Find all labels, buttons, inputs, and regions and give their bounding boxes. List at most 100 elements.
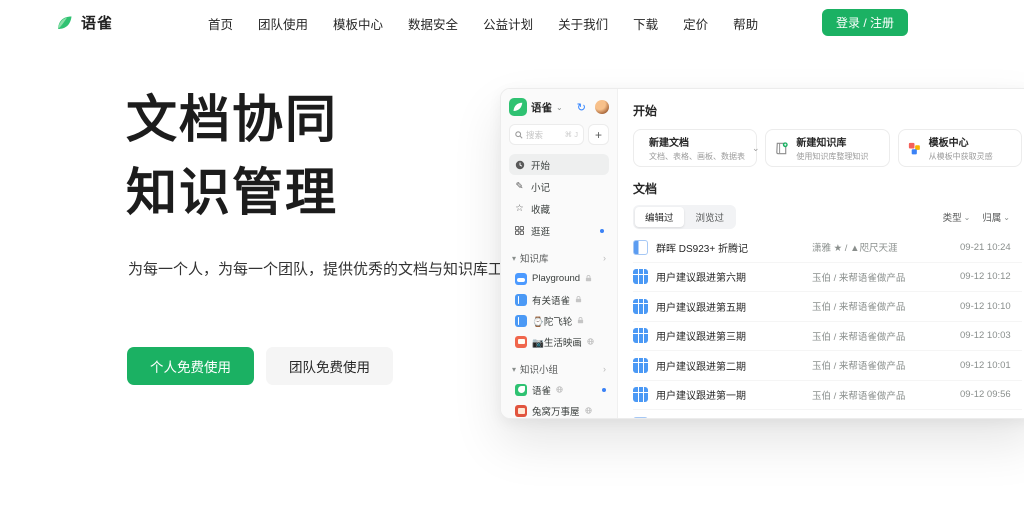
nav-item-home[interactable]: 首页 <box>208 14 233 33</box>
sidebar-search-row: 搜索 ⌘ J + <box>509 124 609 145</box>
doc-type-icon <box>633 328 648 344</box>
sidebar-item-label: 逛逛 <box>531 226 551 238</box>
nav-item-pricing[interactable]: 定价 <box>683 14 708 33</box>
new-doc-card[interactable]: 新建文档 文档、表格、画板、数据表 ⌄ <box>633 129 760 167</box>
sidebar-item-start[interactable]: 开始 <box>509 154 609 175</box>
docs-toolbar: 编辑过 浏览过 类型 ⌄ 归属 ⌄ <box>633 205 1022 229</box>
card-text: 新建知识库 使用知识库整理知识 <box>796 134 868 162</box>
kb-icon <box>515 335 527 348</box>
sidebar-brand-name[interactable]: 语雀 <box>531 100 552 115</box>
group-item-yuque[interactable]: 语雀 <box>509 379 609 400</box>
doc-time: 09-12 09:56 <box>960 389 1011 401</box>
kb-label: 📷生活映画 <box>532 337 582 349</box>
chevron-down-icon[interactable]: ⌄ <box>752 143 760 154</box>
kb-label: ⌚陀飞轮 <box>532 316 573 328</box>
doc-owner: 玉伯 / 来帮语雀做产品 <box>812 390 906 402</box>
personal-free-button[interactable]: 个人免费使用 <box>127 347 254 385</box>
doc-owner: 兔窝万事屋 / 兔窝大计 <box>812 418 952 419</box>
card-subtitle: 从模板中获取灵感 <box>928 152 993 161</box>
doc-type-icon <box>633 269 648 285</box>
doc-title: 用户建议跟进第二期 <box>656 361 746 373</box>
login-register-button[interactable]: 登录 / 注册 <box>822 9 909 36</box>
chevron-down-icon[interactable]: ⌄ <box>556 103 563 112</box>
nav-item-about[interactable]: 关于我们 <box>558 14 608 33</box>
group-icon <box>515 404 527 417</box>
kb-item-about-yuque[interactable]: 有关语雀 <box>509 289 609 310</box>
hero-title-line1: 文档协同 <box>126 91 339 148</box>
card-title: 新建知识库 <box>796 138 847 149</box>
doc-title: 兔窝数据中心 <box>656 417 804 418</box>
doc-row[interactable]: 用户建议跟进第二期 玉伯 / 来帮语雀做产品 09-12 10:01 <box>633 351 1022 381</box>
nav-item-security[interactable]: 数据安全 <box>408 14 458 33</box>
search-placeholder: 搜索 <box>526 129 544 140</box>
lock-icon <box>577 317 584 324</box>
group-icon <box>515 383 527 396</box>
search-input[interactable]: 搜索 ⌘ J <box>509 124 584 145</box>
doc-title: 用户建议跟进第五期 <box>656 302 746 314</box>
group-label: 语雀 <box>532 385 552 397</box>
doc-row[interactable]: 用户建议跟进第六期 玉伯 / 来帮语雀做产品 09-12 10:12 <box>633 263 1022 292</box>
globe-icon <box>584 407 592 414</box>
doc-owner: 潇雅 ★ / ▲咫尺天涯 <box>812 243 898 255</box>
doc-row[interactable]: 群晖 DS923+ 折腾记 潇雅 ★ / ▲咫尺天涯 09-21 10:24 <box>633 233 1022 263</box>
section-knowledge-bases[interactable]: ▾ 知识库 › <box>509 248 609 268</box>
kb-icon <box>515 314 527 327</box>
sidebar-item-label: 小记 <box>531 182 551 194</box>
yuque-logo[interactable]: 语雀 <box>55 12 113 33</box>
brand-name: 语雀 <box>81 15 114 32</box>
user-avatar[interactable] <box>595 100 609 114</box>
filter-type[interactable]: 类型 ⌄ <box>943 210 971 225</box>
search-shortcut: ⌘ J <box>564 130 578 139</box>
doc-list: 群晖 DS923+ 折腾记 潇雅 ★ / ▲咫尺天涯 09-21 10:24 用… <box>633 233 1022 419</box>
lock-icon <box>575 296 582 303</box>
search-icon <box>515 130 523 139</box>
kb-icon <box>515 272 527 285</box>
card-subtitle: 使用知识库整理知识 <box>796 152 869 161</box>
group-item-wanshiwu[interactable]: 兔窝万事屋 <box>509 400 609 418</box>
new-item-button[interactable]: + <box>588 124 609 145</box>
new-kb-card[interactable]: 新建知识库 使用知识库整理知识 <box>765 129 890 167</box>
sync-refresh-icon[interactable]: ↻ <box>577 101 586 114</box>
chevron-down-icon: ⌄ <box>1003 212 1010 222</box>
tab-viewed[interactable]: 浏览过 <box>686 207 735 227</box>
app-sidebar: 语雀 ⌄ ↻ 搜索 ⌘ J + 开始 ✎ 小记 ☆ 收藏 逛逛 ▾ 知识库 › … <box>501 89 618 418</box>
section-caret-icon: ▾ <box>512 364 517 374</box>
sidebar-item-notes[interactable]: ✎ 小记 <box>509 176 609 197</box>
filter-owner[interactable]: 归属 ⌄ <box>982 210 1010 225</box>
nav-item-charity[interactable]: 公益计划 <box>483 14 533 33</box>
hero-subtitle: 为每一个人，为每一个团队，提供优秀的文档与知识库工具 <box>128 261 519 278</box>
chevron-down-icon: ⌄ <box>963 212 971 222</box>
template-center-card[interactable]: 模板中心 从模板中获取灵感 <box>897 129 1022 167</box>
doc-owner: 玉伯 / 来帮语雀做产品 <box>812 272 906 284</box>
tab-edited[interactable]: 编辑过 <box>635 207 684 227</box>
globe-icon <box>587 338 594 345</box>
hero-title: 文档协同 知识管理 <box>126 84 338 230</box>
nav-item-templates[interactable]: 模板中心 <box>333 14 383 33</box>
group-label: 兔窝万事屋 <box>532 406 580 418</box>
sidebar-brand-row: 语雀 ⌄ ↻ <box>509 98 609 116</box>
section-knowledge-groups[interactable]: ▾ 知识小组 › <box>509 359 609 379</box>
doc-row[interactable]: 用户建议跟进第一期 玉伯 / 来帮语雀做产品 09-12 09:56 <box>633 381 1022 410</box>
yuque-leaf-icon <box>58 16 72 29</box>
doc-row[interactable]: 用户建议跟进第五期 玉伯 / 来帮语雀做产品 09-12 10:10 <box>633 292 1022 322</box>
nav-item-download[interactable]: 下载 <box>633 14 658 33</box>
section-label: 知识库 <box>520 254 549 265</box>
doc-type-icon <box>633 298 648 314</box>
team-free-button[interactable]: 团队免费使用 <box>266 347 393 385</box>
doc-row[interactable]: 用户建议跟进第三期 玉伯 / 来帮语雀做产品 09-12 10:03 <box>633 322 1022 351</box>
kb-item-tourbillon[interactable]: ⌚陀飞轮 <box>509 310 609 331</box>
docs-heading: 文档 <box>633 182 658 196</box>
kb-item-life-film[interactable]: 📷生活映画 <box>509 331 609 352</box>
nav-item-teams[interactable]: 团队使用 <box>258 14 308 33</box>
kb-item-playground[interactable]: Playground <box>509 268 609 289</box>
yuque-app-logo-icon[interactable] <box>509 98 527 116</box>
sidebar-item-label: 收藏 <box>531 204 551 216</box>
notification-dot <box>602 387 606 392</box>
doc-type-icon <box>633 357 648 373</box>
browse-grid-icon <box>514 226 525 235</box>
doc-row[interactable]: 兔窝数据中心 兔窝万事屋 / 兔窝大计 09-08 15:33 <box>633 410 1022 419</box>
nav-item-help[interactable]: 帮助 <box>733 14 758 33</box>
kb-icon <box>515 293 527 306</box>
sidebar-item-favorites[interactable]: ☆ 收藏 <box>509 198 609 219</box>
sidebar-item-explore[interactable]: 逛逛 <box>509 220 609 241</box>
